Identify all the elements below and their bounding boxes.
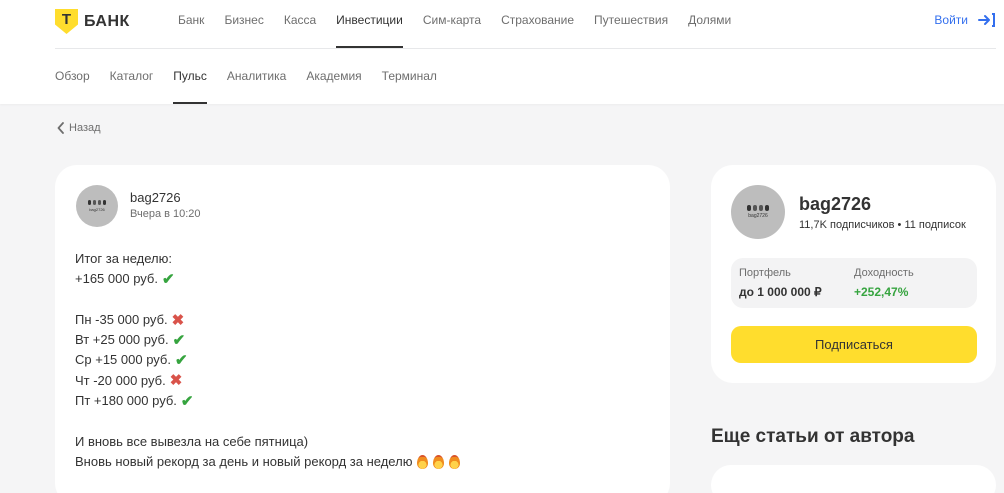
fire-icon [433, 455, 445, 470]
main-nav-sim-card[interactable]: Сим-карта [413, 0, 491, 48]
post-body: Итог за неделю: +165 000 руб. ✔ Пн -35 00… [75, 249, 635, 472]
logo-shield-icon: Т [55, 9, 78, 34]
post-line: Вт +25 000 руб. ✔ [75, 330, 635, 350]
check-mark-icon: ✔ [174, 352, 188, 370]
sub-nav-pulse[interactable]: Пульс [163, 49, 217, 104]
post-line: +165 000 руб. ✔ [75, 269, 635, 289]
avatar-logo-icon [747, 205, 769, 211]
post-text: Ср +15 000 руб. [75, 352, 171, 368]
portfolio-value: до 1 000 000 ₽ [739, 285, 822, 299]
more-articles-heading: Еще статьи от автора [711, 426, 915, 447]
login-label: Войти [934, 13, 968, 27]
sub-nav-academy[interactable]: Академия [296, 49, 371, 104]
main-nav-dolyami[interactable]: Долями [678, 0, 741, 48]
post-line: Чт -20 000 руб. ✖ [75, 371, 635, 391]
main-nav-bank[interactable]: Банк [178, 0, 214, 48]
main-nav-travel[interactable]: Путешествия [584, 0, 678, 48]
post-author-name[interactable]: bag2726 [130, 190, 181, 205]
chevron-left-icon [57, 122, 64, 134]
post-text: Пт +180 000 руб. [75, 393, 177, 409]
post-line: Пт +180 000 руб. ✔ [75, 391, 635, 411]
cross-mark-icon: ✖ [169, 372, 183, 390]
main-nav: Банк Бизнес Касса Инвестиции Сим-карта С… [178, 0, 741, 48]
sub-nav-overview[interactable]: Обзор [55, 49, 100, 104]
login-button[interactable]: Войти [934, 12, 996, 28]
fire-icon [417, 455, 429, 470]
yield-value: +252,47% [854, 285, 909, 299]
sub-nav: Обзор Каталог Пульс Аналитика Академия Т… [55, 49, 447, 104]
post-line: Пн -35 000 руб. ✖ [75, 310, 635, 330]
post-text: Чт -20 000 руб. [75, 372, 166, 388]
main-nav-insurance[interactable]: Страхование [491, 0, 584, 48]
sub-nav-catalog[interactable]: Каталог [100, 49, 164, 104]
logo-text: БАНК [84, 12, 130, 30]
post-line: Вновь новый рекорд за день и новый рекор… [75, 452, 635, 472]
back-link[interactable]: Назад [57, 122, 101, 134]
main-nav-investments[interactable]: Инвестиции [326, 0, 413, 48]
post-line: И вновь все вывезла на себе пятница) [75, 432, 635, 452]
yield-label: Доходность [854, 267, 914, 279]
check-mark-icon: ✔ [161, 270, 175, 288]
more-articles-card[interactable] [711, 465, 996, 493]
post-text: И вновь все вывезла на себе пятница) [75, 433, 309, 449]
post-text: Итог за неделю: [75, 251, 172, 266]
avatar-text: bag2726 [748, 213, 768, 219]
logo-mark: Т [61, 11, 72, 28]
login-arrow-icon [978, 13, 995, 27]
cross-mark-icon: ✖ [171, 311, 185, 329]
post-line: Ср +15 000 руб. ✔ [75, 350, 635, 370]
author-profile-card: bag2726 bag2726 11,7K подписчиков • 11 п… [711, 165, 996, 383]
main-nav-kassa[interactable]: Касса [274, 0, 326, 48]
post-text: Вновь новый рекорд за день и новый рекор… [75, 453, 413, 469]
back-label: Назад [69, 122, 101, 134]
post-text: +165 000 руб. [75, 271, 158, 287]
post-card: bag2726 bag2726 Вчера в 10:20 Итог за не… [55, 165, 670, 493]
avatar-logo-icon [88, 200, 106, 205]
post-line: Итог за неделю: [75, 249, 635, 269]
post-text: Пн -35 000 руб. [75, 311, 168, 327]
tbank-logo[interactable]: Т БАНК [55, 9, 130, 34]
main-nav-business[interactable]: Бизнес [214, 0, 273, 48]
check-mark-icon: ✔ [180, 392, 194, 410]
author-avatar[interactable]: bag2726 [76, 185, 118, 227]
fire-icon [449, 455, 461, 470]
avatar-text: bag2726 [89, 207, 105, 212]
post-text: Вт +25 000 руб. [75, 332, 169, 348]
profile-stats: Портфель до 1 000 000 ₽ Доходность +252,… [731, 258, 977, 308]
profile-name[interactable]: bag2726 [799, 194, 871, 215]
sub-nav-analytics[interactable]: Аналитика [217, 49, 296, 104]
sub-nav-terminal[interactable]: Терминал [372, 49, 447, 104]
profile-avatar[interactable]: bag2726 [731, 185, 785, 239]
profile-subscribers: 11,7K подписчиков • 11 подписок [799, 219, 966, 231]
subscribe-button[interactable]: Подписаться [731, 326, 977, 363]
post-time: Вчера в 10:20 [130, 208, 201, 220]
top-header: Т БАНК Банк Бизнес Касса Инвестиции Сим-… [0, 0, 1004, 104]
check-mark-icon: ✔ [172, 331, 186, 349]
portfolio-label: Портфель [739, 267, 791, 279]
